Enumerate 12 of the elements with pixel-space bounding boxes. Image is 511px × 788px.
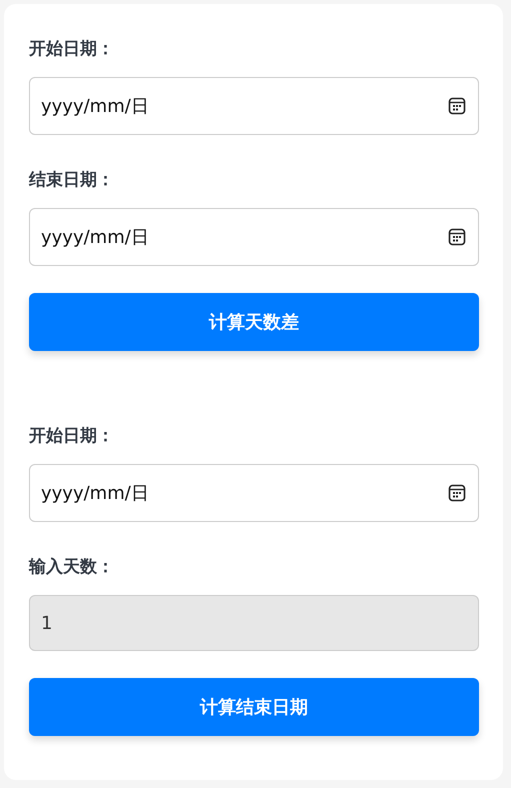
field-label: 输入天数： <box>29 556 115 578</box>
calculate-button[interactable]: 计算结束日期 <box>29 678 479 736</box>
calculate-button[interactable]: 计算天数差 <box>29 293 479 351</box>
field-label: 开始日期： <box>29 425 115 447</box>
calendar-icon[interactable] <box>448 484 466 502</box>
date-field[interactable]: yyyy/mm/日 <box>29 77 479 135</box>
field-label: 开始日期： <box>29 38 115 60</box>
calendar-icon[interactable] <box>448 228 466 246</box>
date-field[interactable]: yyyy/mm/日 <box>29 208 479 266</box>
field-label: 结束日期： <box>29 169 115 191</box>
calendar-icon[interactable] <box>448 97 466 115</box>
date-field[interactable]: yyyy/mm/日 <box>29 464 479 522</box>
